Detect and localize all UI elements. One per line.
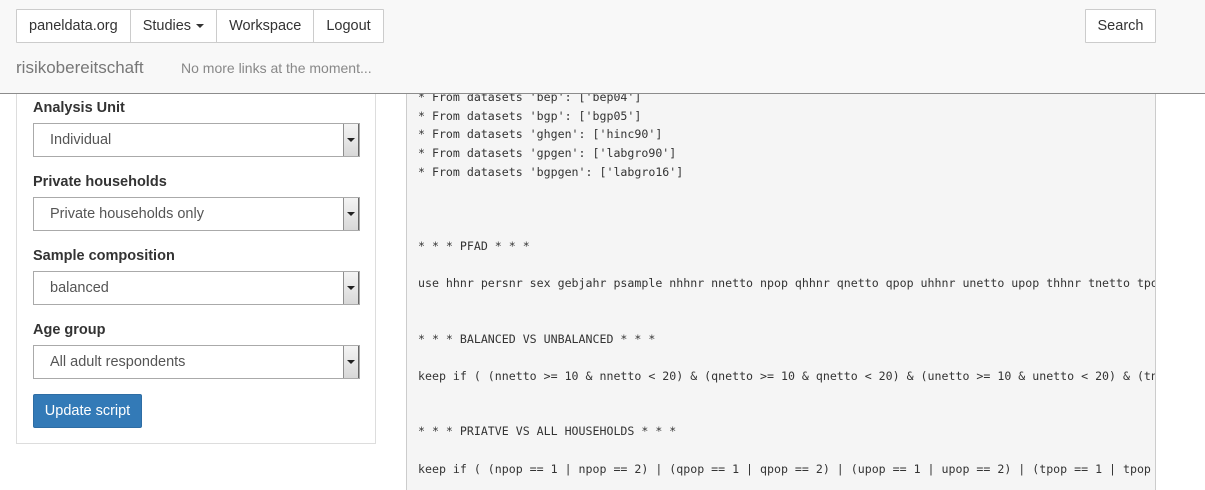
sample-composition-value: balanced <box>50 280 109 296</box>
nav-logout-label: Logout <box>326 18 371 34</box>
dropdown-arrow-icon <box>343 124 359 156</box>
analysis-unit-value: Individual <box>50 132 112 148</box>
dropdown-arrow-icon <box>343 272 359 304</box>
nav-studies-label: Studies <box>142 18 192 34</box>
dropdown-arrow-icon <box>343 198 359 230</box>
code-line: * From datasets 'bgpgen': ['labgro16'] <box>418 165 684 179</box>
age-group-select[interactable]: All adult respondents <box>33 345 360 379</box>
search-button[interactable]: Search <box>1085 9 1156 43</box>
private-households-select[interactable]: Private households only <box>33 197 360 231</box>
script-code-area[interactable]: * From datasets 'bep': ['bep04'] * From … <box>406 94 1156 490</box>
nav-home-label: paneldata.org <box>29 18 118 34</box>
analysis-unit-select[interactable]: Individual <box>33 123 360 157</box>
age-group-value: All adult respondents <box>50 354 186 370</box>
nav-workspace-label: Workspace <box>229 18 302 34</box>
top-navbar: paneldata.org Studies Workspace Logout S… <box>0 0 1205 94</box>
nav-workspace-link[interactable]: Workspace <box>216 9 315 43</box>
private-households-label: Private households <box>33 174 167 190</box>
script-options-panel: Analysis Unit Individual Private househo… <box>16 94 376 444</box>
dropdown-arrow-icon <box>343 346 359 378</box>
code-line: * From datasets 'bep': ['bep04'] <box>418 94 642 104</box>
search-button-label: Search <box>1097 18 1144 34</box>
code-line: * From datasets 'ghgen': ['hinc90'] <box>418 127 663 141</box>
code-line: * * * PRIATVE VS ALL HOUSEHOLDS * * * <box>418 424 677 438</box>
code-line: keep if ( (nnetto >= 10 & nnetto < 20) &… <box>418 369 1156 383</box>
code-line: * From datasets 'bgp': ['bgp05'] <box>418 109 642 123</box>
analysis-unit-label: Analysis Unit <box>33 100 125 116</box>
brand-link[interactable]: risikobereitschaft <box>16 58 144 78</box>
nav-home-link[interactable]: paneldata.org <box>16 9 131 43</box>
main-nav: paneldata.org Studies Workspace Logout <box>16 9 384 43</box>
code-line: use hhnr persnr sex gebjahr psample nhhn… <box>418 276 1156 290</box>
nav-note-text: No more links at the moment... <box>181 60 372 76</box>
nav-studies-dropdown[interactable]: Studies <box>129 9 218 43</box>
sample-composition-label: Sample composition <box>33 248 175 264</box>
age-group-label: Age group <box>33 322 106 338</box>
code-line: keep if ( (npop == 1 | npop == 2) | (qpo… <box>418 462 1156 476</box>
update-script-label: Update script <box>44 403 131 419</box>
code-line: * From datasets 'gpgen': ['labgro90'] <box>418 146 677 160</box>
code-line: * * * PFAD * * * <box>418 239 530 253</box>
sample-composition-select[interactable]: balanced <box>33 271 360 305</box>
code-line: * * * BALANCED VS UNBALANCED * * * <box>418 332 656 346</box>
private-households-value: Private households only <box>50 206 204 222</box>
caret-down-icon <box>196 24 205 28</box>
update-script-button[interactable]: Update script <box>33 394 142 428</box>
nav-logout-link[interactable]: Logout <box>313 9 384 43</box>
